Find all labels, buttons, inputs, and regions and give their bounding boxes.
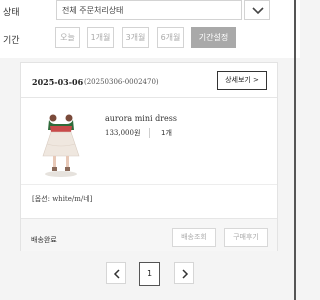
chevron-right-icon [182,269,189,279]
current-page[interactable]: 1 [139,262,160,286]
order-status-value: 전체 주문처리상태 [62,6,124,15]
next-page-button[interactable] [174,262,194,284]
track-delivery-button[interactable]: 배송조회 [172,228,216,247]
period-today-button[interactable]: 오늘 [55,27,80,48]
product-option: [옵션: white/m/네] [32,195,93,203]
product-name[interactable]: aurora mini dress [105,114,177,123]
status-label: 상태 [3,8,20,18]
dress-image [42,114,80,177]
prev-page-button[interactable] [106,262,126,284]
write-review-button[interactable]: 구매후기 [224,228,268,247]
product-quantity: 1개 [161,129,172,137]
order-number: (20250306-0002470) [84,77,159,86]
order-filter-panel: 상태 전체 주문처리상태 기간 오늘 1개월 3개월 6개월 기간설정 [0,0,300,58]
period-custom-button[interactable]: 기간설정 [191,27,236,48]
chevron-left-icon [113,269,120,279]
period-label: 기간 [3,36,20,46]
period-1month-button[interactable]: 1개월 [87,27,114,48]
status-dropdown-button[interactable] [244,0,270,20]
order-date: 2025-03-06 [32,77,84,87]
shipping-status: 배송완료 [31,236,57,244]
order-detail-button[interactable]: 상세보기 > [217,71,267,90]
option-divider [21,184,277,185]
chevron-down-icon [252,7,264,15]
order-status-select[interactable]: 전체 주문처리상태 [56,0,242,20]
product-price: 133,000원 [105,129,141,137]
price-qty-divider [149,128,150,138]
product-thumbnail[interactable] [33,108,91,179]
page-scrollbar[interactable] [294,0,296,300]
order-card: 2025-03-06 (20250306-0002470) 상세보기 > aur… [20,62,278,251]
period-3month-button[interactable]: 3개월 [122,27,149,48]
period-6month-button[interactable]: 6개월 [157,27,184,48]
